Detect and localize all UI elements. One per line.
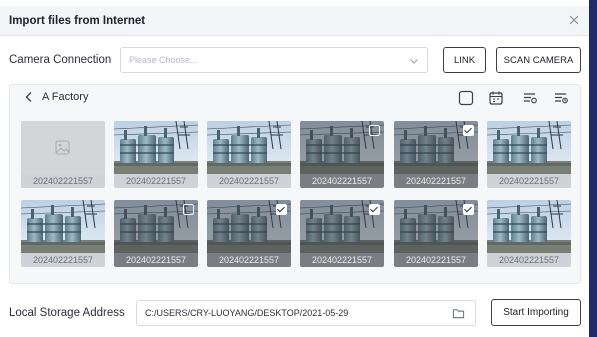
checkbox-checked-icon[interactable] [463, 125, 474, 136]
checkbox-icon[interactable] [183, 204, 194, 215]
thumbnail-item[interactable]: 202402221557 [21, 121, 105, 188]
thumbnail-caption: 202402221557 [207, 253, 291, 267]
start-importing-button[interactable]: Start Importing [491, 299, 581, 326]
thumbnail-item[interactable]: 202402221557 [300, 200, 384, 267]
thumbnail-item[interactable]: 202402221557 [207, 121, 291, 188]
import-dialog: Import files from Internet Camera Connec… [0, 0, 589, 337]
thumbnail-item[interactable]: 202402221557 [487, 121, 571, 188]
sort-list-icon[interactable] [553, 90, 569, 106]
substation-photo [487, 121, 571, 174]
substation-photo [114, 121, 198, 174]
image-icon [55, 140, 70, 155]
storage-address-label: Local Storage Address [9, 307, 125, 319]
thumbnail-item[interactable]: 202402221557 [21, 200, 105, 267]
close-icon[interactable] [566, 12, 582, 28]
thumbnail-item[interactable]: 202402221557 [394, 121, 478, 188]
chevron-left-icon[interactable] [24, 91, 34, 103]
thumbnail-caption: 202402221557 [394, 174, 478, 188]
thumbnail-caption: 202402221557 [114, 253, 198, 267]
checkbox-checked-icon[interactable] [276, 204, 287, 215]
thumbnail-item[interactable]: 202402221557 [487, 200, 571, 267]
camera-select[interactable]: Please Choose... [120, 47, 428, 73]
thumbnail-caption: 202402221557 [394, 253, 478, 267]
thumbnail-caption: 202402221557 [300, 174, 384, 188]
folder-name: A Factory [42, 91, 89, 103]
background-edge [589, 0, 597, 337]
select-all-checkbox-icon[interactable] [458, 90, 474, 106]
substation-photo [487, 200, 571, 253]
folder-icon[interactable] [452, 307, 465, 320]
calendar-icon[interactable] [488, 90, 504, 106]
thumbnail-item[interactable]: 202402221557 [207, 200, 291, 267]
thumbnail-item[interactable]: 202402221557 [114, 200, 198, 267]
gallery-toolbar: A Factory [10, 85, 580, 109]
checkbox-checked-icon[interactable] [463, 204, 474, 215]
gallery-panel: A Factory 202402221557 202402221557 202402… [9, 84, 581, 284]
thumbnail-caption: 202402221557 [300, 253, 384, 267]
thumbnail-caption: 202402221557 [487, 174, 571, 188]
link-button[interactable]: LINK [443, 47, 486, 73]
thumbnail-caption: 202402221557 [487, 253, 571, 267]
camera-connection-label: Camera Connection [9, 54, 112, 66]
checkbox-checked-icon[interactable] [369, 204, 380, 215]
scan-camera-button[interactable]: SCAN CAMERA [496, 47, 581, 73]
filter-list-icon[interactable] [522, 90, 538, 106]
storage-path-input[interactable]: C:/USERS/CRY-LUOYANG/DESKTOP/2021-05-29 [136, 300, 476, 326]
thumbnail-caption: 202402221557 [21, 174, 105, 188]
thumbnail-caption: 202402221557 [207, 174, 291, 188]
thumbnail-item[interactable]: 202402221557 [114, 121, 198, 188]
substation-photo [21, 200, 105, 253]
thumbnail-item[interactable]: 202402221557 [394, 200, 478, 267]
dialog-title: Import files from Internet [9, 15, 146, 27]
dialog-header: Import files from Internet [0, 6, 589, 36]
checkbox-icon[interactable] [369, 125, 380, 136]
thumbnail-item[interactable]: 202402221557 [300, 121, 384, 188]
thumbnail-caption: 202402221557 [114, 174, 198, 188]
image-placeholder [21, 121, 105, 174]
camera-select-placeholder: Please Choose... [129, 55, 198, 65]
substation-photo [207, 121, 291, 174]
thumbnail-caption: 202402221557 [21, 253, 105, 267]
chevron-down-icon [410, 59, 418, 64]
storage-path-value: C:/USERS/CRY-LUOYANG/DESKTOP/2021-05-29 [145, 308, 349, 318]
